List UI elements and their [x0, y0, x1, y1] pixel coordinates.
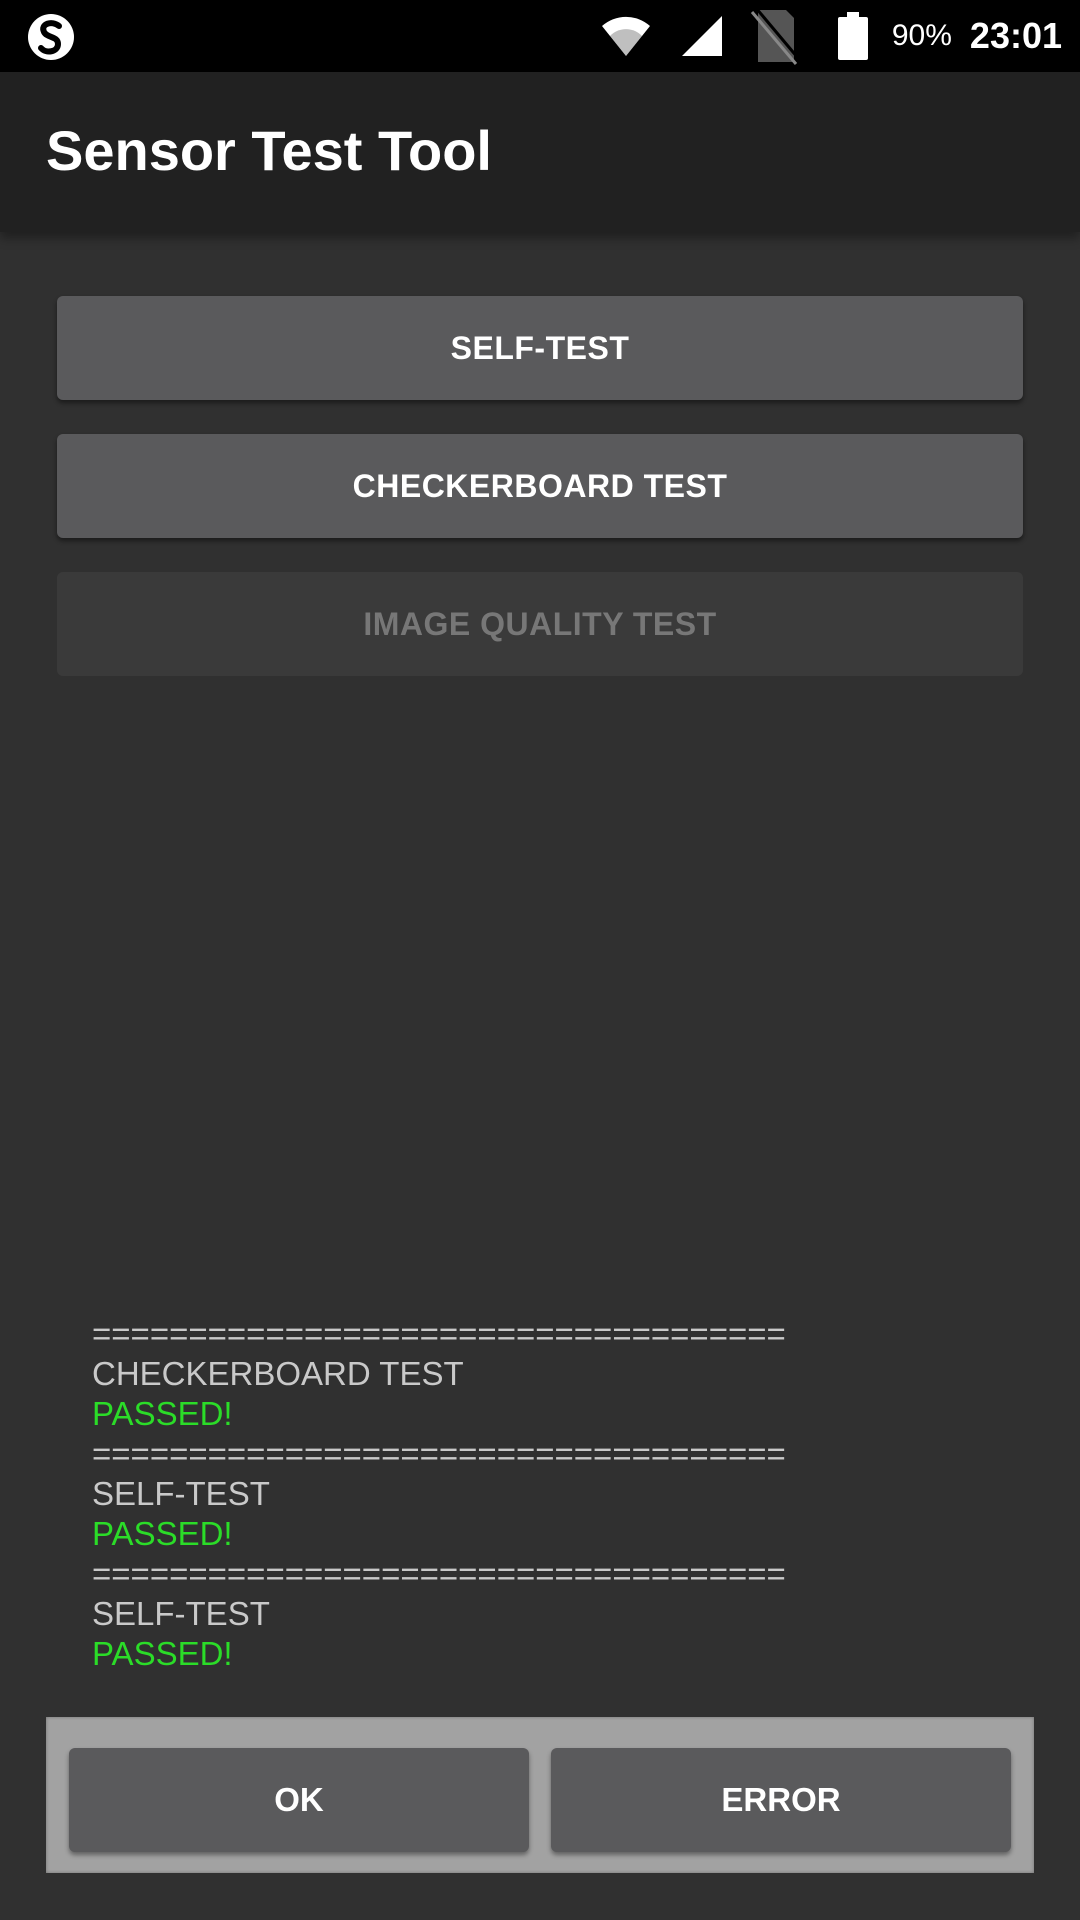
log-test-name: SELF-TEST — [92, 1475, 270, 1512]
status-bar: 90% 23:01 — [0, 0, 1080, 72]
log-separator: ==================================== — [92, 1435, 786, 1472]
image-quality-test-button: IMAGE QUALITY TEST — [57, 572, 1023, 676]
log-test-result: PASSED! — [92, 1395, 233, 1432]
log-test-result: PASSED! — [92, 1515, 233, 1552]
app-notification-icon — [28, 14, 74, 60]
checkerboard-test-button[interactable]: CHECKERBOARD TEST — [57, 434, 1023, 538]
ok-button[interactable]: OK — [69, 1748, 529, 1852]
clock: 23:01 — [969, 15, 1062, 56]
error-button[interactable]: ERROR — [551, 1748, 1011, 1852]
wifi-icon — [601, 16, 650, 56]
result-panel: OK ERROR — [46, 1717, 1034, 1873]
log-separator: ==================================== — [92, 1555, 786, 1592]
cell-signal-icon — [681, 16, 722, 56]
self-test-button[interactable]: SELF-TEST — [57, 296, 1023, 400]
no-sim-icon — [750, 7, 800, 65]
log-separator: ==================================== — [92, 1315, 786, 1352]
battery-icon — [837, 12, 868, 60]
test-log: ==================================== CHE… — [92, 1314, 786, 1674]
log-test-name: SELF-TEST — [92, 1595, 270, 1632]
app-title: Sensor Test Tool — [46, 119, 492, 182]
battery-percent: 90% — [891, 19, 952, 52]
log-test-result: PASSED! — [92, 1635, 233, 1672]
log-test-name: CHECKERBOARD TEST — [92, 1355, 464, 1392]
status-icons: 90% 23:01 — [600, 0, 1062, 72]
app-bar: Sensor Test Tool — [0, 72, 1080, 232]
